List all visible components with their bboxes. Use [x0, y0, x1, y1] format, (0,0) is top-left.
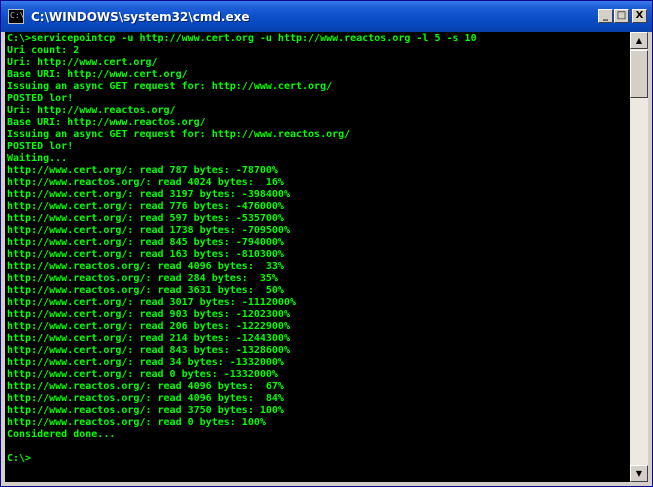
- console-line: C:\>: [7, 453, 32, 464]
- console-line: http://www.reactos.org/: read 284 bytes:…: [7, 273, 278, 284]
- console-line: http://www.cert.org/: read 903 bytes: -1…: [7, 309, 290, 320]
- console-line: http://www.reactos.org/: read 4096 bytes…: [7, 393, 284, 404]
- console-line: http://www.cert.org/: read 3197 bytes: -…: [7, 189, 290, 200]
- title-bar[interactable]: C:\ C:\WINDOWS\system32\cmd.exe _ □ X: [1, 1, 652, 32]
- scroll-thumb[interactable]: [630, 50, 648, 98]
- cmd-window: C:\ C:\WINDOWS\system32\cmd.exe _ □ X C:…: [0, 0, 653, 487]
- window-frame-bottom: [1, 482, 652, 486]
- console-line: Uri: http://www.reactos.org/: [7, 105, 176, 116]
- console-line: http://www.reactos.org/: read 4096 bytes…: [7, 381, 284, 392]
- minimize-button[interactable]: _: [598, 9, 613, 23]
- console-line: Base URI: http://www.reactos.org/: [7, 117, 206, 128]
- cmd-icon[interactable]: C:\: [8, 9, 24, 24]
- console-line: http://www.cert.org/: read 776 bytes: -4…: [7, 201, 284, 212]
- console-output: C:\>servicepointcp -u http://www.cert.or…: [5, 32, 630, 465]
- scroll-down-button[interactable]: ▼: [630, 465, 648, 482]
- console-line: http://www.cert.org/: read 597 bytes: -5…: [7, 213, 284, 224]
- console-line: POSTED lor!: [7, 93, 74, 104]
- console-line: Considered done...: [7, 429, 116, 440]
- console-line: Uri count: 2: [7, 45, 80, 56]
- console-line: http://www.reactos.org/: read 4096 bytes…: [7, 261, 284, 272]
- console-line: http://www.cert.org/: read 787 bytes: -7…: [7, 165, 278, 176]
- console-line: Issuing an async GET request for: http:/…: [7, 81, 333, 92]
- console-line: http://www.cert.org/: read 0 bytes: -133…: [7, 369, 278, 380]
- console-line: http://www.cert.org/: read 843 bytes: -1…: [7, 345, 290, 356]
- console-line: http://www.reactos.org/: read 3631 bytes…: [7, 285, 284, 296]
- console-line: http://www.reactos.org/: read 0 bytes: 1…: [7, 417, 266, 428]
- console-line: Waiting...: [7, 153, 68, 164]
- console-line: http://www.cert.org/: read 163 bytes: -8…: [7, 249, 284, 260]
- vertical-scrollbar[interactable]: ▲ ▼: [630, 32, 648, 482]
- console-line: http://www.reactos.org/: read 4024 bytes…: [7, 177, 284, 188]
- console-line: http://www.reactos.org/: read 3750 bytes…: [7, 405, 284, 416]
- window-frame-right: [648, 32, 652, 486]
- console-line: Uri: http://www.cert.org/: [7, 57, 158, 68]
- console-line: http://www.cert.org/: read 3017 bytes: -…: [7, 297, 296, 308]
- close-button[interactable]: X: [632, 9, 647, 23]
- console-line: http://www.cert.org/: read 206 bytes: -1…: [7, 321, 290, 332]
- window-title: C:\WINDOWS\system32\cmd.exe: [31, 10, 250, 24]
- console-line: http://www.cert.org/: read 214 bytes: -1…: [7, 333, 290, 344]
- maximize-button[interactable]: □: [614, 9, 629, 23]
- console-line: http://www.cert.org/: read 845 bytes: -7…: [7, 237, 284, 248]
- console-area[interactable]: C:\>servicepointcp -u http://www.cert.or…: [5, 32, 630, 482]
- console-line: http://www.cert.org/: read 34 bytes: -13…: [7, 357, 284, 368]
- console-line: POSTED lor!: [7, 141, 74, 152]
- console-line: Issuing an async GET request for: http:/…: [7, 129, 351, 140]
- scroll-up-button[interactable]: ▲: [630, 32, 648, 49]
- console-line: http://www.cert.org/: read 1738 bytes: -…: [7, 225, 290, 236]
- console-line: Base URI: http://www.cert.org/: [7, 69, 188, 80]
- console-line: C:\>servicepointcp -u http://www.cert.or…: [7, 33, 477, 44]
